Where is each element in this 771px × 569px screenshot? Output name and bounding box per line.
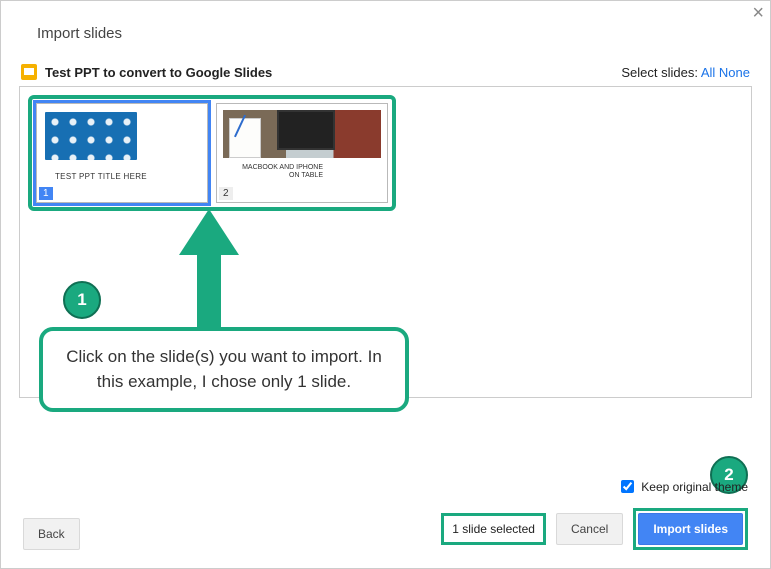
import-slides-button[interactable]: Import slides — [638, 513, 743, 545]
select-slides-group: Select slides: All None — [621, 65, 750, 80]
dialog-title: Import slides — [37, 25, 752, 42]
dialog-footer: Back Keep original theme 1 slide selecte… — [1, 484, 770, 568]
select-slides-label: Select slides: — [621, 65, 698, 80]
annotation-callout: Click on the slide(s) you want to import… — [39, 327, 409, 412]
slide2-caption: MACBOOK AND IPHONE ON TABLE — [235, 164, 323, 179]
slide2-number: 2 — [219, 187, 233, 200]
cancel-button[interactable]: Cancel — [556, 513, 623, 545]
slides-file-icon — [21, 64, 37, 80]
slide2-notepad — [229, 118, 261, 158]
select-none-link[interactable]: None — [719, 65, 750, 80]
slide1-caption: TEST PPT TITLE HERE — [55, 172, 147, 181]
close-icon[interactable]: × — [752, 3, 764, 23]
file-name: Test PPT to convert to Google Slides — [45, 65, 272, 80]
import-slides-dialog: × Import slides Test PPT to convert to G… — [0, 0, 771, 569]
slide1-number: 1 — [39, 187, 53, 200]
annotation-arrow-icon — [179, 209, 239, 334]
keep-theme-checkbox[interactable] — [621, 480, 634, 493]
thumbnails-highlight: TEST PPT TITLE HERE 1 MACBOOK AND IPHONE… — [28, 95, 396, 211]
slide2-laptop — [277, 110, 335, 150]
annotation-badge-1-wrap: 1 — [63, 281, 101, 319]
annotation-badge-1: 1 — [63, 281, 101, 319]
select-all-link[interactable]: All — [701, 65, 715, 80]
back-button[interactable]: Back — [23, 518, 80, 550]
keep-theme-label[interactable]: Keep original theme — [617, 477, 748, 496]
slide1-image — [45, 112, 137, 160]
slide-thumb-2[interactable]: MACBOOK AND IPHONE ON TABLE 2 — [216, 103, 388, 203]
file-header: Test PPT to convert to Google Slides Sel… — [19, 64, 752, 86]
import-button-highlight: Import slides — [633, 508, 748, 550]
slide-thumb-1[interactable]: TEST PPT TITLE HERE 1 — [36, 103, 208, 203]
selected-count: 1 slide selected — [441, 513, 546, 545]
keep-theme-text: Keep original theme — [641, 480, 748, 494]
